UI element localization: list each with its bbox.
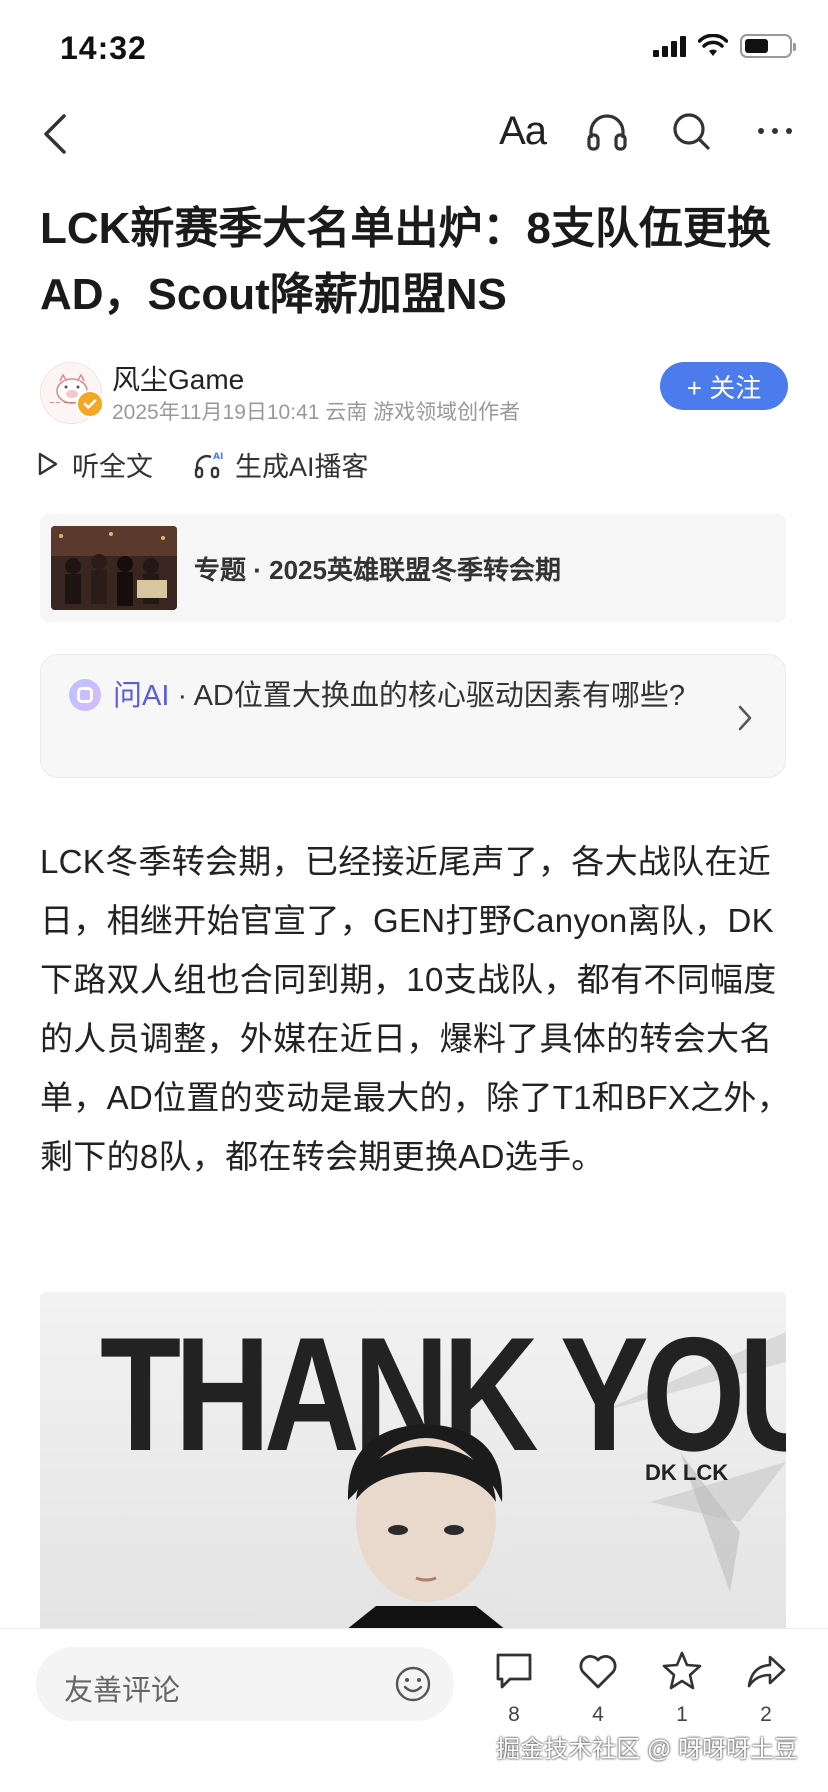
- search-icon[interactable]: [668, 108, 714, 154]
- author-row: ~~ ~~ 风尘Game 2025年11月19日10:41 云南 游戏领域创作者…: [40, 358, 788, 428]
- watermark: 掘金技术社区 @ 呀呀呀土豆: [496, 1736, 798, 1763]
- headphones-icon[interactable]: [584, 108, 630, 154]
- like-count: 4: [592, 1703, 604, 1726]
- follow-button[interactable]: + 关注: [660, 362, 788, 410]
- listen-row: 听全文 AI 生成AI播客: [36, 444, 369, 484]
- nav-bar: Aa: [0, 100, 828, 166]
- status-icons: [653, 34, 796, 58]
- back-icon[interactable]: [36, 112, 76, 156]
- svg-text:AI: AI: [213, 452, 223, 462]
- share-action[interactable]: 2: [736, 1649, 796, 1727]
- ask-ai-card[interactable]: 问AI · AD位置大换血的核心驱动因素有哪些?: [40, 654, 786, 778]
- svg-text:~~ ~~: ~~ ~~: [49, 399, 75, 407]
- ai-logo-icon: [69, 679, 101, 711]
- more-icon[interactable]: [752, 108, 798, 154]
- article-image[interactable]: THANK YOU DK LCK: [40, 1292, 786, 1628]
- image-tag: DK LCK: [645, 1460, 729, 1485]
- article-title: LCK新赛季大名单出炉：8支队伍更换AD，Scout降薪加盟NS: [40, 204, 771, 319]
- comment-action[interactable]: 8: [484, 1649, 544, 1727]
- ai-headphones-icon: AI: [194, 452, 223, 479]
- status-bar: 14:32: [0, 0, 828, 100]
- author-meta: 2025年11月19日10:41 云南 游戏领域创作者: [112, 401, 521, 424]
- listen-full-label: 听全文: [72, 451, 153, 482]
- emoji-icon[interactable]: [394, 1665, 432, 1703]
- share-icon: [747, 1655, 786, 1688]
- ai-podcast-label: 生成AI播客: [235, 451, 369, 482]
- topic-card[interactable]: 专题 · 2025英雄联盟冬季转会期: [40, 514, 786, 622]
- bottom-bar: 友善评论 8 4 1 2 掘金技术社区 @ 呀呀呀土豆: [0, 1628, 828, 1792]
- like-action[interactable]: 4: [568, 1649, 628, 1727]
- cellular-signal-icon: [653, 35, 686, 57]
- listen-full-button[interactable]: 听全文: [36, 445, 153, 484]
- author-name[interactable]: 风尘Game: [112, 358, 244, 398]
- battery-icon: [740, 34, 796, 58]
- ask-ai-text: 问AI · AD位置大换血的核心驱动因素有哪些?: [113, 675, 713, 717]
- comment-count: 8: [508, 1703, 520, 1726]
- player-portrait: [347, 1424, 504, 1628]
- nav-actions: Aa: [499, 108, 798, 154]
- share-count: 2: [760, 1703, 772, 1726]
- favorite-count: 1: [676, 1703, 688, 1726]
- battery-fill: [745, 39, 769, 53]
- comment-input[interactable]: 友善评论: [36, 1647, 454, 1721]
- ai-podcast-button[interactable]: AI 生成AI播客: [193, 445, 369, 484]
- comment-icon: [496, 1653, 532, 1689]
- star-icon: [662, 1651, 702, 1690]
- comment-placeholder: 友善评论: [64, 1675, 181, 1707]
- wifi-icon: [698, 34, 728, 56]
- ask-ai-brand: 问AI: [113, 680, 170, 712]
- topic-thumbnail: [51, 526, 177, 610]
- topic-title: 专题 · 2025英雄联盟冬季转会期: [194, 555, 561, 585]
- heart-icon: [579, 1655, 617, 1689]
- font-size-button[interactable]: Aa: [499, 109, 547, 154]
- favorite-action[interactable]: 1: [652, 1649, 712, 1727]
- verified-badge-icon: [76, 390, 104, 418]
- chevron-right-icon: [738, 705, 752, 731]
- status-time: 14:32: [60, 30, 147, 66]
- article-body: LCK冬季转会期，已经接近尾声了，各大战队在近日，相继开始官宣了，GEN打野Ca…: [40, 843, 791, 1175]
- play-icon: [38, 452, 58, 476]
- ask-ai-question: · AD位置大换血的核心驱动因素有哪些?: [169, 680, 685, 712]
